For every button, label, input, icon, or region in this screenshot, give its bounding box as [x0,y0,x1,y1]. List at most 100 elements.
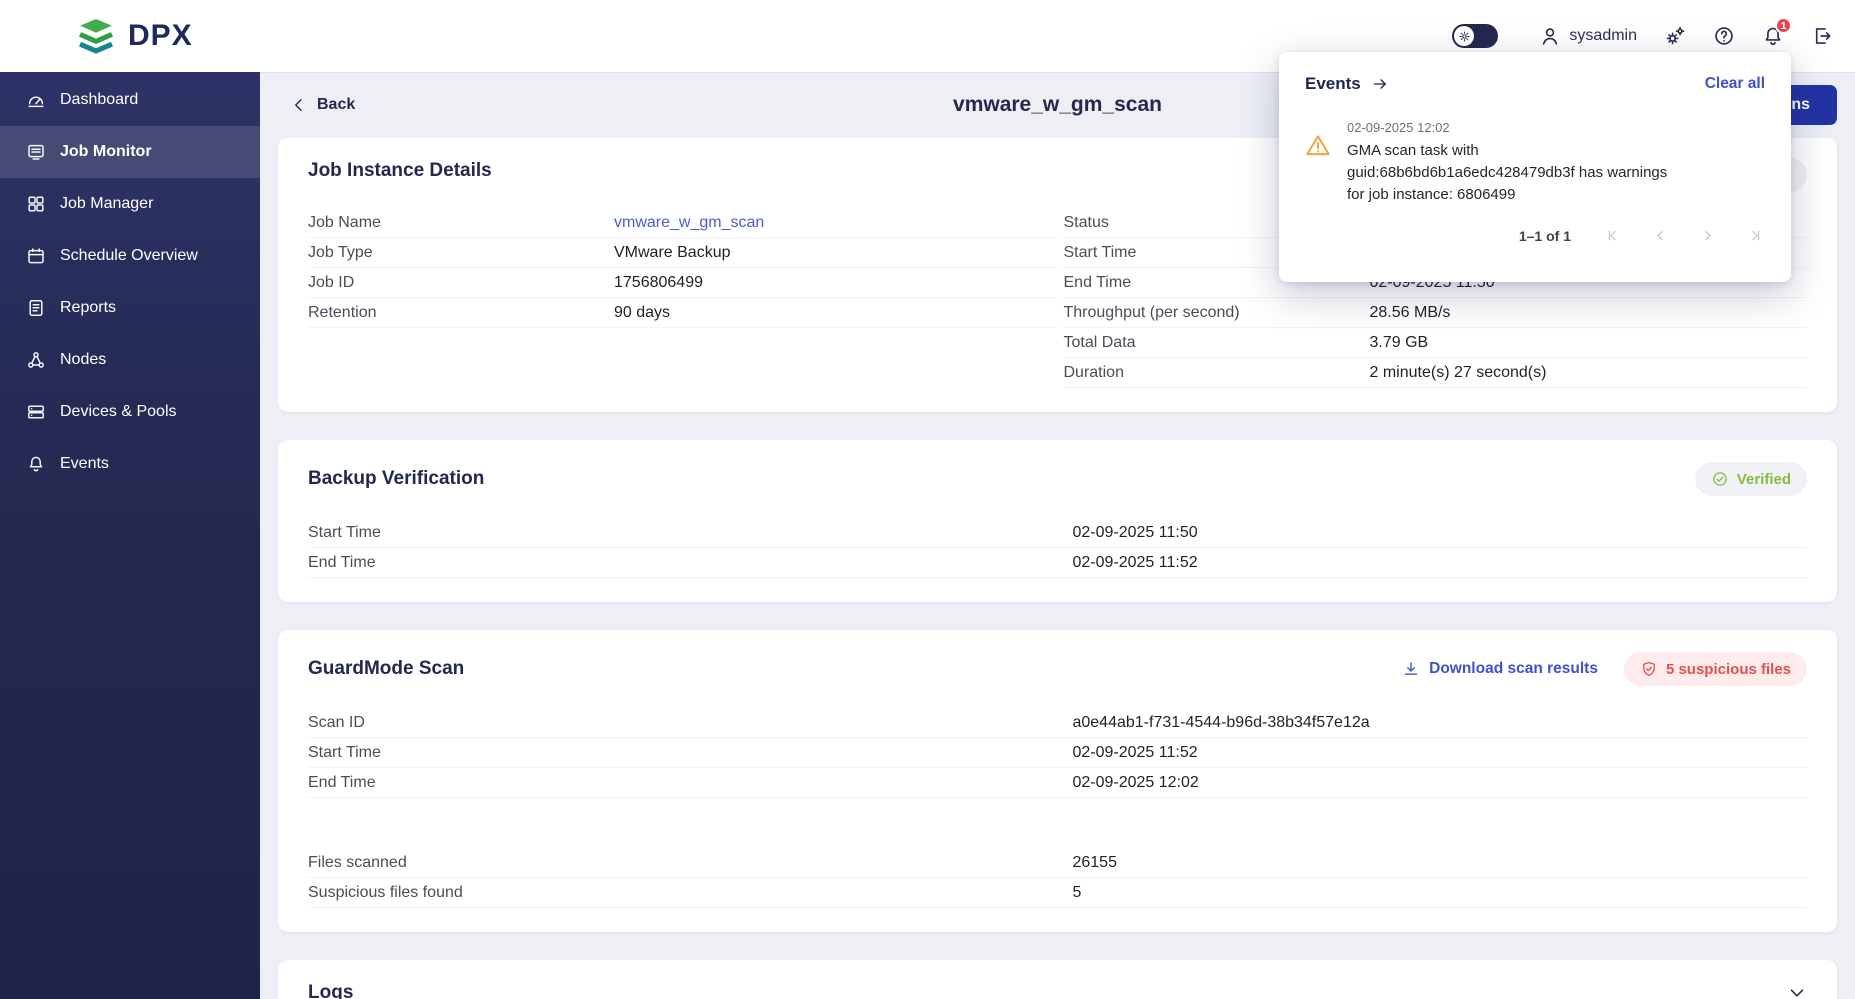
logout-button[interactable] [1811,25,1833,47]
theme-toggle[interactable] [1452,24,1498,48]
arrow-right-icon [1371,75,1389,93]
backup-verification-rows: Start Time 02-09-2025 11:50 End Time 02-… [308,518,1807,578]
detail-label: Files scanned [308,854,1072,872]
rows-spacer [308,798,1807,848]
detail-row-suspicious-files-found: Suspicious files found 5 [308,878,1807,908]
backup-verification-header: Backup Verification Verified [308,462,1807,496]
detail-row-files-scanned: Files scanned 26155 [308,848,1807,878]
detail-value: 02-09-2025 11:52 [1072,744,1197,762]
event-item[interactable]: 02-09-2025 12:02 GMA scan task with guid… [1305,120,1765,205]
sidebar-item-job-monitor[interactable]: Job Monitor [0,126,260,178]
header-actions: sysadmin 1 [1452,24,1833,48]
warning-icon [1305,132,1331,158]
prev-page-button[interactable] [1652,227,1669,244]
sidebar-item-job-manager[interactable]: Job Manager [0,178,260,230]
sidebar-item-schedule-overview[interactable]: Schedule Overview [0,230,260,282]
dpx-layers-icon [74,16,118,56]
events-popup-title-link[interactable]: Events [1305,74,1389,94]
detail-value: 1756806499 [614,274,703,292]
logs-expand-button[interactable] [1787,983,1807,999]
user-menu[interactable]: sysadmin [1539,25,1637,47]
events-popup-title: Events [1305,74,1361,94]
first-page-icon [1605,227,1622,244]
verified-badge-label: Verified [1737,471,1791,488]
next-page-button[interactable] [1699,227,1716,244]
chevron-down-icon [1787,983,1807,999]
dpx-logo[interactable]: DPX [74,16,193,56]
detail-label: Start Time [308,524,1072,542]
last-page-button[interactable] [1746,227,1763,244]
settings-gears-icon [1664,25,1686,47]
suspicious-files-label: 5 suspicious files [1666,661,1791,678]
detail-label: End Time [308,774,1072,792]
reports-icon [26,298,46,318]
detail-value[interactable]: vmware_w_gm_scan [614,214,764,232]
back-button[interactable]: Back [290,96,355,114]
sidebar-item-label: Job Manager [60,195,153,213]
guardmode-scan-rows: Scan ID a0e44ab1-f731-4544-b96d-38b34f57… [308,708,1807,798]
sidebar-item-label: Schedule Overview [60,247,198,265]
backup-verification-title: Backup Verification [308,468,484,490]
suspicious-files-badge[interactable]: 5 suspicious files [1624,652,1807,686]
detail-label: Suspicious files found [308,884,1072,902]
events-pagination: 1–1 of 1 [1305,223,1765,250]
guardmode-scan-results-rows: Files scanned 26155 Suspicious files fou… [308,848,1807,908]
download-scan-results-link[interactable]: Download scan results [1402,660,1598,678]
pagination-label: 1–1 of 1 [1519,228,1571,244]
logs-header: Logs [308,982,1807,999]
event-body: 02-09-2025 12:02 GMA scan task with guid… [1347,120,1682,205]
sidebar-item-events[interactable]: Events [0,438,260,490]
detail-row-total-data: Total Data 3.79 GB [1064,328,1808,358]
verified-badge: Verified [1695,462,1807,496]
detail-row-end-time: End Time 02-09-2025 11:52 [308,548,1807,578]
events-popup-header: Events Clear all [1305,74,1765,94]
sidebar-item-reports[interactable]: Reports [0,282,260,334]
sidebar-item-label: Nodes [60,351,106,369]
logout-icon [1811,25,1833,47]
user-icon [1539,25,1561,47]
logs-title: Logs [308,982,353,999]
detail-value: 02-09-2025 12:02 [1072,774,1198,792]
clear-all-button[interactable]: Clear all [1705,75,1765,93]
sidebar: Dashboard Job Monitor Job Manager Schedu… [0,72,260,999]
detail-value: 02-09-2025 11:52 [1072,554,1197,572]
events-popup: Events Clear all 02-09-2025 12:02 GMA sc… [1279,52,1791,282]
username: sysadmin [1569,27,1637,45]
sidebar-item-nodes[interactable]: Nodes [0,334,260,386]
dpx-logo-text: DPX [128,19,193,53]
gear-icon [1458,30,1471,43]
detail-row-scan-id: Scan ID a0e44ab1-f731-4544-b96d-38b34f57… [308,708,1807,738]
detail-label: Start Time [308,744,1072,762]
help-button[interactable] [1713,25,1735,47]
first-page-button[interactable] [1605,227,1622,244]
sidebar-item-label: Events [60,455,109,473]
detail-row-throughput-per-second: Throughput (per second) 28.56 MB/s [1064,298,1808,328]
detail-value: 3.79 GB [1370,334,1429,352]
job-manager-icon [26,194,46,214]
settings-button[interactable] [1664,25,1686,47]
job-details-left-column: Job Name vmware_w_gm_scan Job Type VMwar… [308,208,1058,388]
sidebar-item-devices-pools[interactable]: Devices & Pools [0,386,260,438]
notifications-button[interactable]: 1 [1762,25,1784,47]
sidebar-item-label: Reports [60,299,116,317]
detail-label: Job Type [308,244,614,262]
download-scan-results-label: Download scan results [1429,660,1598,678]
detail-value: 90 days [614,304,670,322]
back-label: Back [317,96,355,114]
guardmode-scan-actions: Download scan results 5 suspicious files [1402,652,1807,686]
schedule-overview-icon [26,246,46,266]
check-circle-icon [1711,470,1729,488]
theme-toggle-knob [1454,26,1474,46]
detail-row-duration: Duration 2 minute(s) 27 second(s) [1064,358,1808,388]
detail-value: 26155 [1072,854,1117,872]
job-monitor-icon [26,142,46,162]
detail-label: Retention [308,304,614,322]
sidebar-item-dashboard[interactable]: Dashboard [0,74,260,126]
next-page-icon [1699,227,1716,244]
sidebar-item-label: Devices & Pools [60,403,177,421]
shield-icon [1640,660,1658,678]
event-timestamp: 02-09-2025 12:02 [1347,120,1682,135]
detail-label: Scan ID [308,714,1072,732]
detail-row-start-time: Start Time 02-09-2025 11:50 [308,518,1807,548]
last-page-icon [1746,227,1763,244]
